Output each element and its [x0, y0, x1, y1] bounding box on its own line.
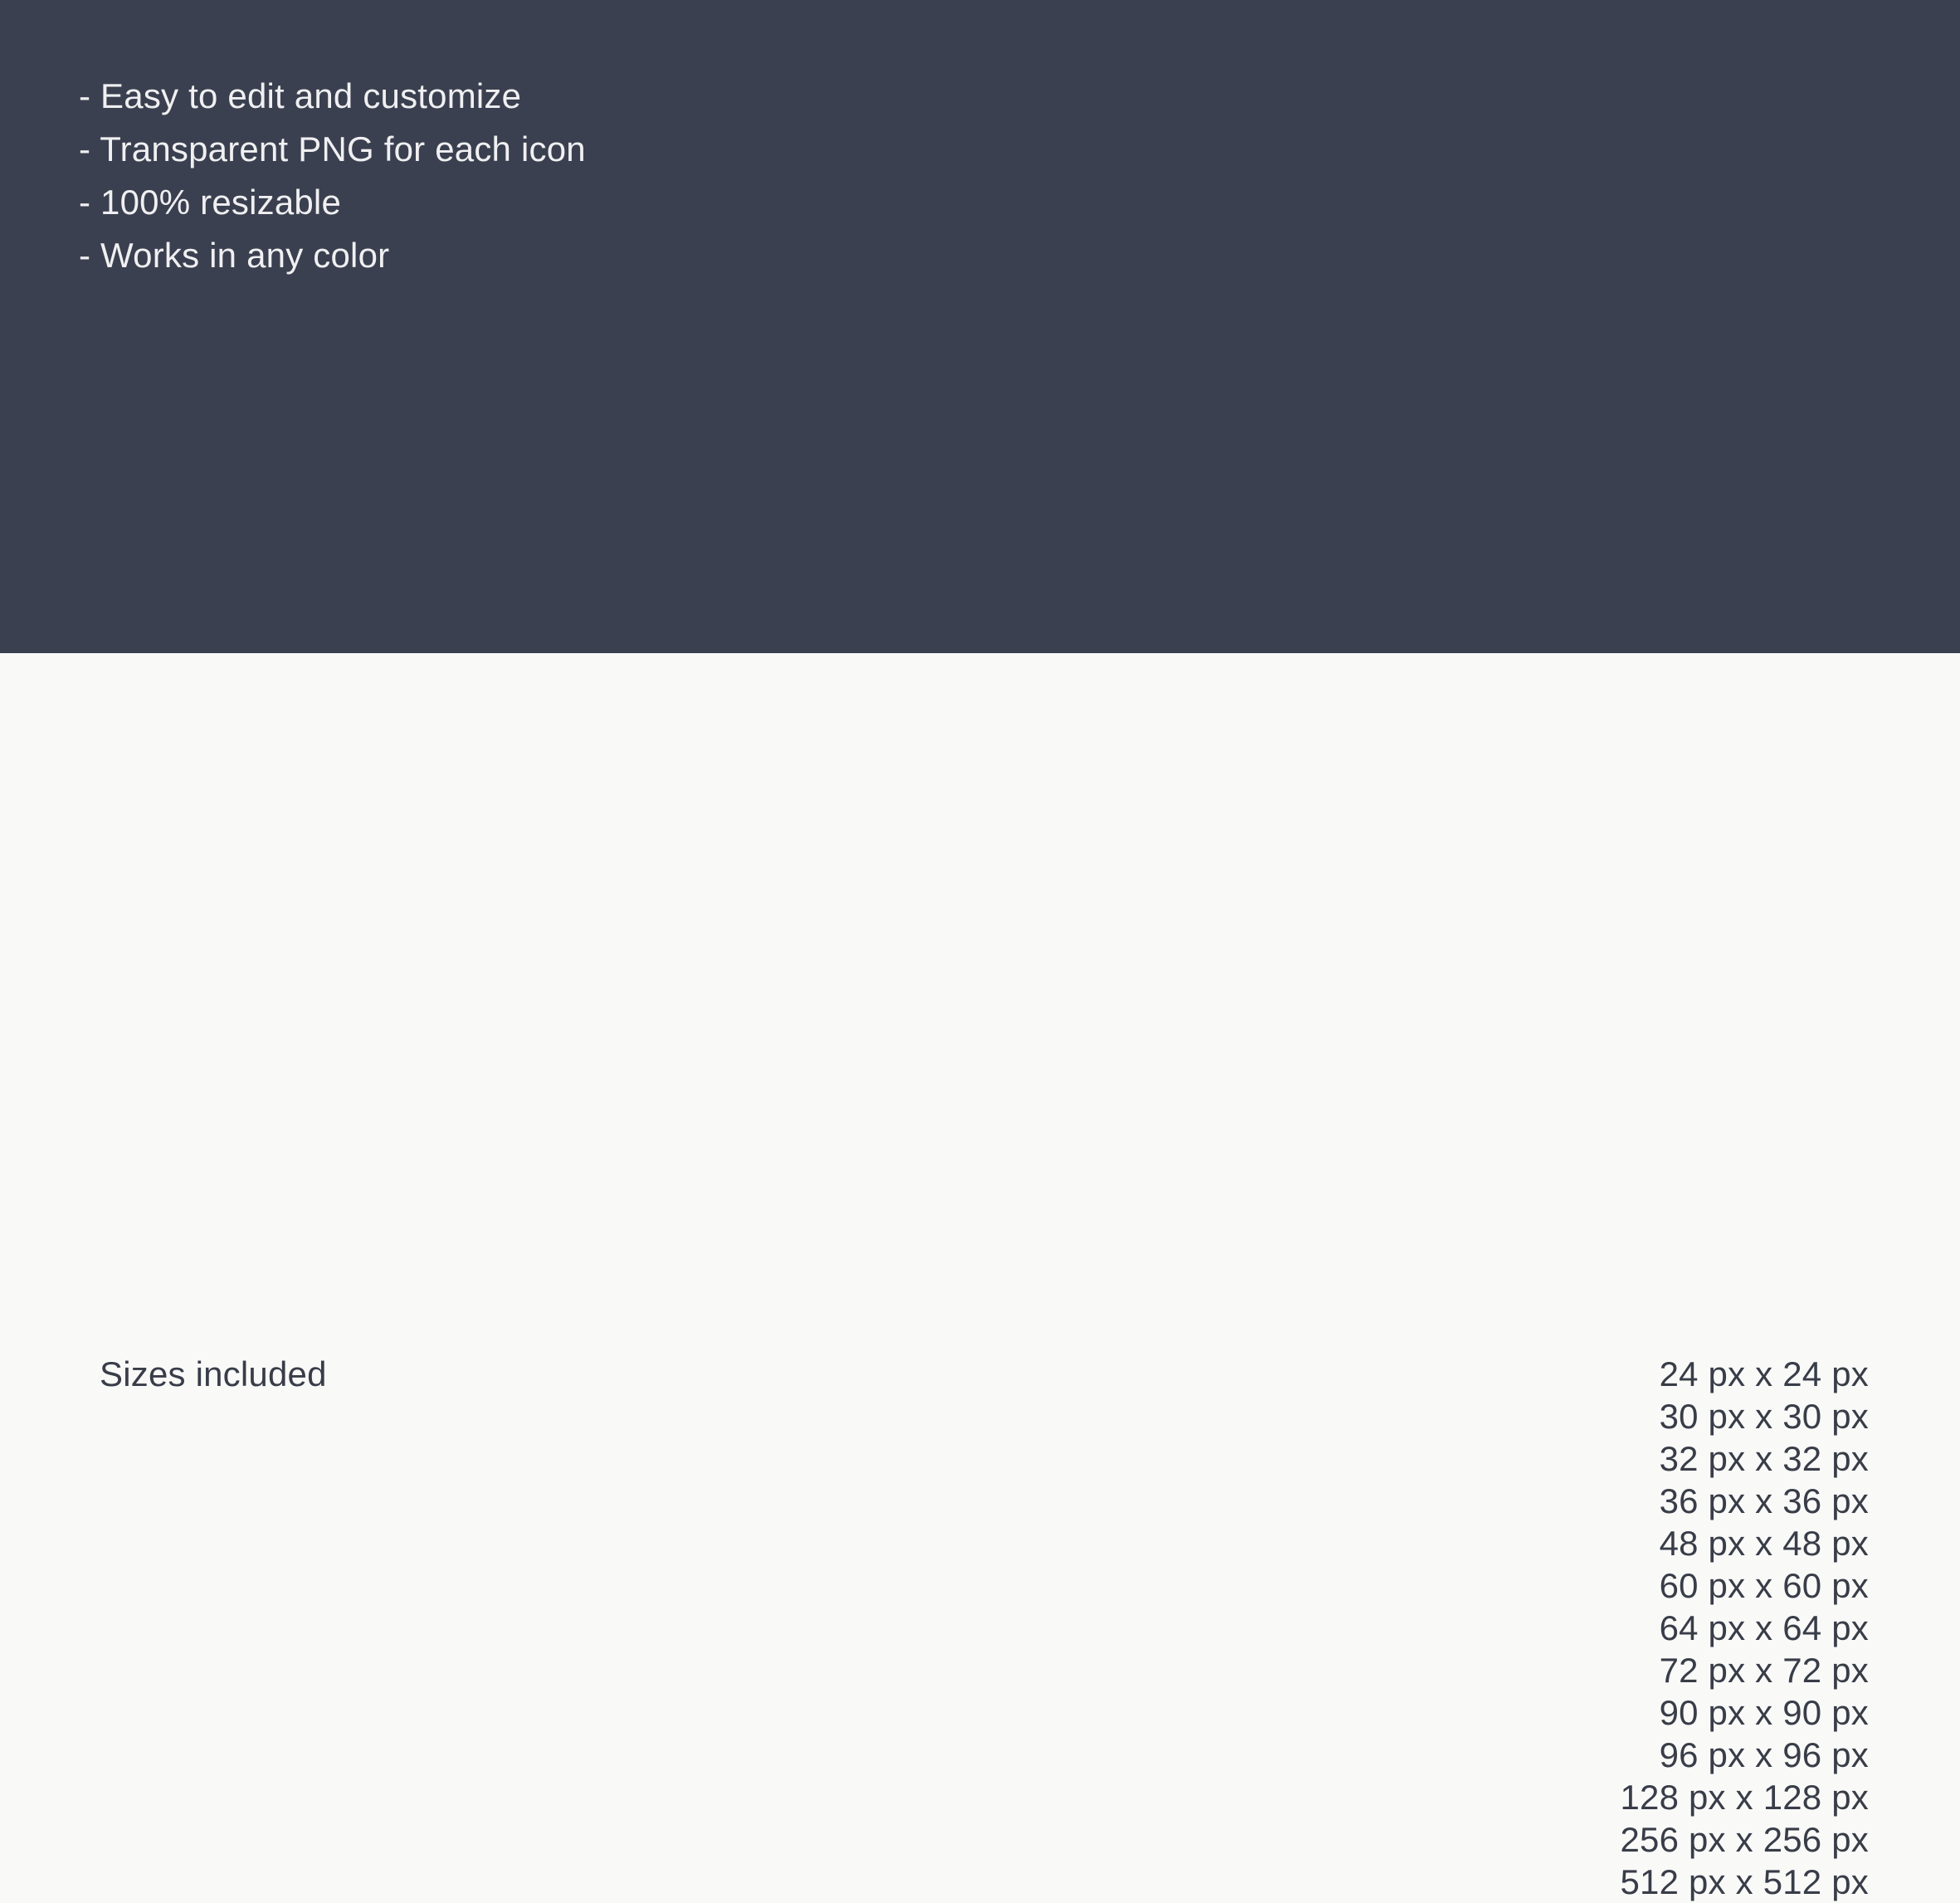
list-item: 96 px x 96 px	[1659, 1735, 1869, 1774]
list-item: - Works in any color	[79, 236, 390, 275]
page-root: - Easy to edit and customize - Transpare…	[0, 0, 1960, 1901]
sizes-list: 24 px x 24 px 30 px x 30 px 32 px x 32 p…	[1620, 1353, 1869, 1903]
list-item: 60 px x 60 px	[1659, 1566, 1869, 1605]
list-item: 90 px x 90 px	[1659, 1693, 1869, 1732]
list-item: 24 px x 24 px	[1659, 1354, 1869, 1393]
feature-list: - Easy to edit and customize - Transpare…	[79, 70, 586, 282]
sizes-panel: Sizes included 24 px x 24 px 30 px x 30 …	[0, 653, 1960, 1901]
list-item: - Easy to edit and customize	[79, 76, 522, 115]
list-item: - 100% resizable	[79, 183, 342, 222]
list-item: 512 px x 512 px	[1620, 1862, 1869, 1901]
sizes-included-label: Sizes included	[100, 1354, 327, 1393]
list-item: 36 px x 36 px	[1659, 1481, 1869, 1520]
hero-panel: - Easy to edit and customize - Transpare…	[0, 0, 1960, 653]
list-item: 72 px x 72 px	[1659, 1651, 1869, 1690]
list-item: 30 px x 30 px	[1659, 1397, 1869, 1436]
list-item: 256 px x 256 px	[1620, 1820, 1869, 1859]
list-item: 128 px x 128 px	[1620, 1778, 1869, 1817]
list-item: 48 px x 48 px	[1659, 1524, 1869, 1563]
list-item: 64 px x 64 px	[1659, 1608, 1869, 1647]
list-item: - Transparent PNG for each icon	[79, 129, 586, 168]
list-item: 32 px x 32 px	[1659, 1439, 1869, 1478]
